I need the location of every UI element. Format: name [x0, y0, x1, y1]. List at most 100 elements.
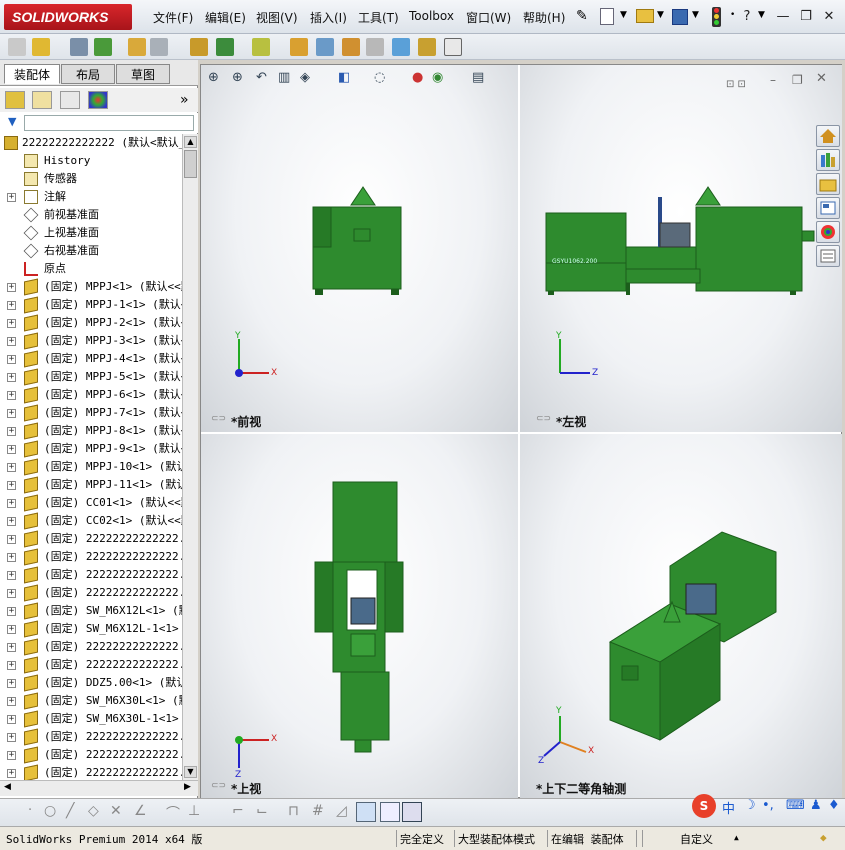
- open-dropdown-icon[interactable]: ▼: [657, 10, 664, 20]
- expand-toggle-icon[interactable]: +: [7, 661, 16, 670]
- move-component-icon[interactable]: [150, 38, 168, 56]
- expand-toggle-icon[interactable]: +: [7, 571, 16, 580]
- polygon-icon[interactable]: ◇: [88, 803, 99, 819]
- graphics-viewport[interactable]: Y X ⊂⊃ *前视 GSYU1062.200 Y Z ⊡ ⊡ – ❐ ✕ ⊂⊃…: [200, 64, 842, 798]
- previous-view-icon[interactable]: ↶: [256, 70, 267, 85]
- tree-item[interactable]: + (固定) SW_M6X12L-1<1> (: [0, 620, 182, 638]
- viewport-isometric[interactable]: Y X Z *上下二等角轴测: [520, 434, 842, 798]
- expand-toggle-icon[interactable]: +: [7, 679, 16, 688]
- ime-skin-icon[interactable]: ♦: [828, 798, 840, 813]
- tree-item[interactable]: 右视基准面: [0, 242, 182, 260]
- restore-button[interactable]: ❐: [797, 8, 815, 26]
- expand-toggle-icon[interactable]: +: [7, 553, 16, 562]
- help-dropdown-icon[interactable]: ▼: [758, 10, 765, 20]
- trim-icon[interactable]: ✕: [110, 803, 122, 819]
- solidworks-resources-icon[interactable]: [816, 125, 840, 147]
- menu-help[interactable]: 帮助(H): [523, 9, 565, 26]
- expand-toggle-icon[interactable]: +: [7, 643, 16, 652]
- units-dropdown-icon[interactable]: ▲: [734, 833, 739, 842]
- tree-item[interactable]: + (固定) MPPJ-3<1> (默认<: [0, 332, 182, 350]
- display-manager-tab-icon[interactable]: [88, 91, 108, 109]
- tree-item[interactable]: 前视基准面: [0, 206, 182, 224]
- scroll-left-arrow[interactable]: ◀: [4, 782, 11, 792]
- viewport-top[interactable]: X Z ⊂⊃ *上视: [201, 434, 518, 798]
- tree-item[interactable]: + (固定) MPPJ<1> (默认<<默: [0, 278, 182, 296]
- save-icon[interactable]: [672, 9, 688, 25]
- expand-toggle-icon[interactable]: +: [7, 427, 16, 436]
- tab-sketch[interactable]: 草图: [116, 64, 170, 84]
- tree-item[interactable]: + (固定) 22222222222222.s: [0, 566, 182, 584]
- smart-dimension-icon[interactable]: ⌒: [166, 803, 180, 823]
- expand-toggle-icon[interactable]: +: [7, 409, 16, 418]
- interference-detection-icon[interactable]: [392, 38, 410, 56]
- filter-icon[interactable]: ▼: [8, 115, 16, 128]
- expand-toggle-icon[interactable]: +: [7, 391, 16, 400]
- offset-icon[interactable]: ⊓: [288, 803, 299, 819]
- expand-toggle-icon[interactable]: +: [7, 337, 16, 346]
- configuration-manager-tab-icon[interactable]: [60, 91, 80, 109]
- tree-item[interactable]: + (固定) MPPJ-8<1> (默认<: [0, 422, 182, 440]
- new-document-icon[interactable]: [600, 8, 614, 25]
- expand-toggle-icon[interactable]: +: [7, 193, 16, 202]
- tree-horizontal-scrollbar[interactable]: ◀ ▶: [0, 780, 198, 796]
- relations-icon[interactable]: ⊥: [188, 803, 200, 819]
- menu-toolbox[interactable]: Toolbox: [409, 9, 454, 23]
- appearances-scenes-icon[interactable]: [816, 221, 840, 243]
- menu-file[interactable]: 文件(F): [153, 9, 193, 26]
- tree-item[interactable]: + (固定) MPPJ-1<1> (默认<: [0, 296, 182, 314]
- close-button[interactable]: ✕: [820, 8, 838, 26]
- expand-toggle-icon[interactable]: +: [7, 481, 16, 490]
- status-large-assembly-mode[interactable]: 大型装配体模式: [458, 831, 535, 847]
- tree-item[interactable]: 传感器: [0, 170, 182, 188]
- scroll-right-arrow[interactable]: ▶: [184, 782, 191, 792]
- tree-item[interactable]: + (固定) CC01<1> (默认<<默: [0, 494, 182, 512]
- save-dropdown-icon[interactable]: ▼: [692, 10, 699, 20]
- show-hidden-icon[interactable]: [190, 38, 208, 56]
- menu-insert[interactable]: 插入(I): [310, 9, 347, 26]
- centerline-icon[interactable]: ⌙: [256, 803, 268, 819]
- tree-item[interactable]: History: [0, 152, 182, 170]
- tree-item[interactable]: + (固定) MPPJ-10<1> (默认: [0, 458, 182, 476]
- tree-item[interactable]: + (固定) MPPJ-7<1> (默认<: [0, 404, 182, 422]
- hide-show-items-icon[interactable]: ◌: [374, 70, 385, 85]
- expand-toggle-icon[interactable]: +: [7, 499, 16, 508]
- tree-root[interactable]: 22222222222222 (默认<默认_: [0, 134, 182, 152]
- tree-item[interactable]: + (固定) 22222222222222.s: [0, 728, 182, 746]
- expand-toggle-icon[interactable]: +: [7, 319, 16, 328]
- custom-properties-icon[interactable]: [816, 245, 840, 267]
- tree-item[interactable]: + (固定) MPPJ-2<1> (默认<: [0, 314, 182, 332]
- expand-toggle-icon[interactable]: +: [7, 535, 16, 544]
- reference-geometry-icon[interactable]: [252, 38, 270, 56]
- file-explorer-icon[interactable]: [816, 173, 840, 195]
- options-dot-icon[interactable]: •: [730, 10, 735, 20]
- corner-rect-icon[interactable]: ⌐: [232, 803, 244, 819]
- insert-component-icon[interactable]: [32, 38, 50, 56]
- tree-item[interactable]: + (固定) 22222222222222.s: [0, 548, 182, 566]
- rebuild-traffic-light-icon[interactable]: [712, 7, 721, 27]
- circle-icon[interactable]: ○: [44, 803, 56, 819]
- viewport-front[interactable]: Y X ⊂⊃ *前视: [201, 65, 518, 432]
- tree-item[interactable]: + (固定) 22222222222222.s: [0, 656, 182, 674]
- ime-moon-icon[interactable]: ☽: [744, 798, 756, 813]
- zoom-to-area-icon[interactable]: ⊕: [232, 70, 243, 85]
- tree-item[interactable]: + (固定) 22222222222222.s: [0, 638, 182, 656]
- expand-toggle-icon[interactable]: +: [7, 751, 16, 760]
- expand-toggle-icon[interactable]: +: [7, 355, 16, 364]
- edit-appearance-icon[interactable]: ●: [412, 70, 423, 85]
- tree-item[interactable]: + 注解: [0, 188, 182, 206]
- four-view-icon[interactable]: [402, 802, 422, 822]
- shaded-view-icon[interactable]: [356, 802, 376, 822]
- ime-punctuation-icon[interactable]: •,: [762, 798, 774, 813]
- menu-window[interactable]: 窗口(W): [466, 9, 511, 26]
- tree-item[interactable]: + (固定) MPPJ-11<1> (默认: [0, 476, 182, 494]
- tree-item[interactable]: + (固定) 22222222222222.s: [0, 764, 182, 780]
- edit-component-icon[interactable]: [8, 38, 26, 56]
- feature-manager-tab-icon[interactable]: [5, 91, 25, 109]
- expand-toggle-icon[interactable]: +: [7, 697, 16, 706]
- ime-user-icon[interactable]: ♟: [810, 798, 822, 813]
- tree-item[interactable]: + (固定) 22222222222222.s: [0, 530, 182, 548]
- tree-item[interactable]: 原点: [0, 260, 182, 278]
- tree-item[interactable]: + (固定) SW_M6X30L-1<1> (: [0, 710, 182, 728]
- expand-toggle-icon[interactable]: +: [7, 301, 16, 310]
- point-icon[interactable]: ·: [28, 803, 32, 818]
